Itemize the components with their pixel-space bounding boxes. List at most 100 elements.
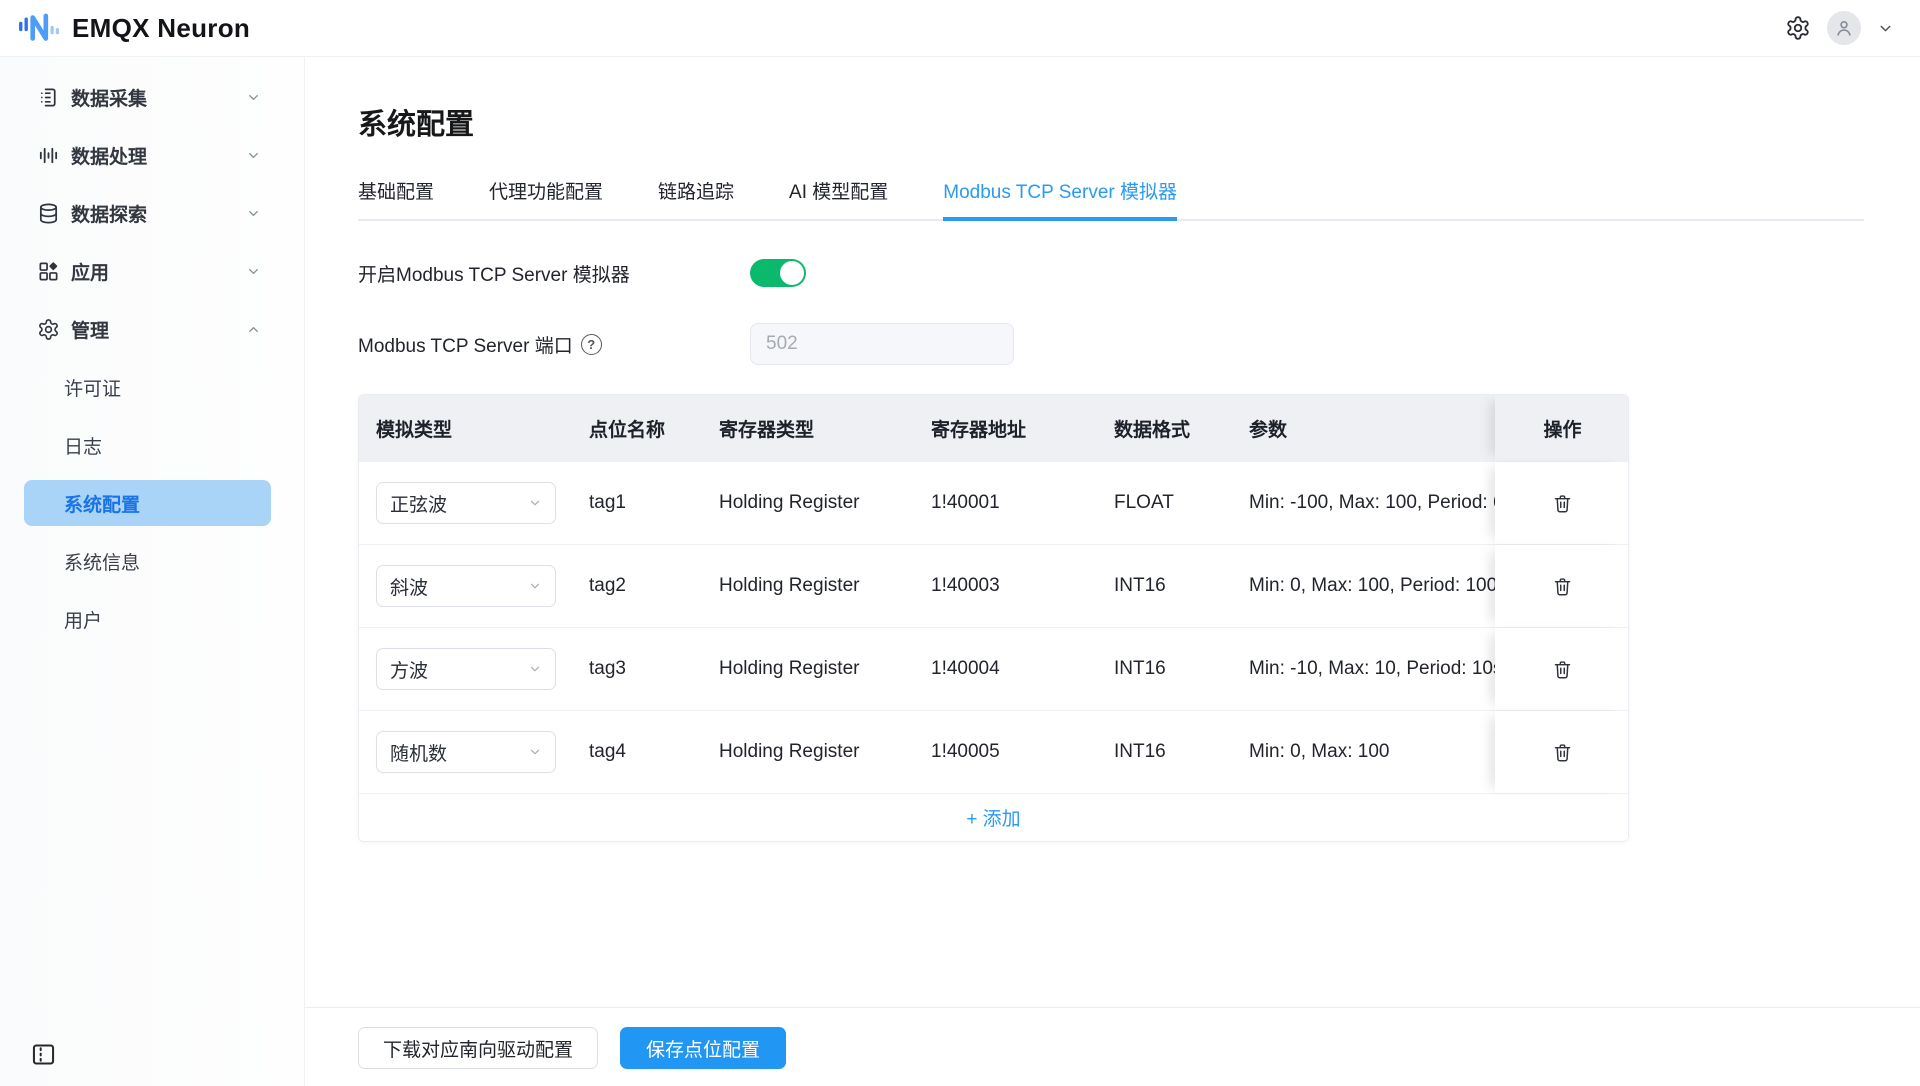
download-driver-config-button[interactable]: 下载对应南向驱动配置	[358, 1027, 598, 1069]
register-type-cell: Holding Register	[719, 628, 931, 710]
chevron-down-icon	[246, 264, 261, 279]
sidebar-subitem-system-info[interactable]: 系统信息	[0, 532, 304, 590]
table-row: 随机数 tag4 Holding Register 1!40005 INT16 …	[359, 710, 1628, 793]
col-header: 寄存器地址	[931, 395, 1114, 461]
register-type-cell: Holding Register	[719, 545, 931, 627]
sidebar-subitem-license[interactable]: 许可证	[0, 358, 304, 416]
register-address-cell: 1!40003	[931, 545, 1114, 627]
sidebar-subitem-label: 系统信息	[64, 548, 140, 575]
save-tags-config-button[interactable]: 保存点位配置	[620, 1027, 786, 1069]
sidebar-subitem-label: 系统配置	[64, 490, 140, 517]
register-address-cell: 1!40001	[931, 462, 1114, 544]
tab-link-tracing[interactable]: 链路追踪	[658, 177, 734, 219]
delete-row-button[interactable]	[1548, 489, 1577, 518]
sidebar-item-label: 数据探索	[71, 200, 147, 227]
app-title: EMQX Neuron	[72, 13, 250, 44]
simulator-toggle[interactable]	[750, 259, 806, 287]
main-content: 系统配置 基础配置 代理功能配置 链路追踪 AI 模型配置 Modbus TCP…	[305, 57, 1920, 1086]
col-header: 模拟类型	[359, 395, 589, 461]
chevron-down-icon	[246, 206, 261, 221]
col-header: 寄存器类型	[719, 395, 931, 461]
apps-icon	[37, 260, 60, 283]
chevron-down-icon	[246, 90, 261, 105]
chevron-down-icon	[528, 745, 542, 759]
col-header-actions: 操作	[1495, 395, 1629, 461]
data-explore-icon	[37, 202, 60, 225]
page-title: 系统配置	[305, 57, 1920, 143]
sidebar-item-data-processing[interactable]: 数据处理	[0, 126, 304, 184]
params-cell: Min: 0, Max: 100, Period: 100s	[1249, 545, 1495, 627]
simulator-table: 模拟类型 点位名称 寄存器类型 寄存器地址 数据格式 参数 操作 正弦波 tag…	[358, 394, 1629, 842]
sidebar-subitem-label: 用户	[64, 606, 102, 633]
select-value: 斜波	[390, 573, 428, 600]
data-format-cell: INT16	[1114, 628, 1249, 710]
params-cell: Min: -10, Max: 10, Period: 10s	[1249, 628, 1495, 710]
select-value: 随机数	[390, 739, 447, 766]
data-collection-icon	[37, 86, 60, 109]
data-format-cell: FLOAT	[1114, 462, 1249, 544]
app-logo: EMQX Neuron	[18, 12, 250, 44]
chevron-up-icon	[246, 322, 261, 337]
toggle-knob	[780, 261, 804, 285]
sidebar: 数据采集 数据处理 数据	[0, 57, 305, 1086]
register-type-cell: Holding Register	[719, 462, 931, 544]
sidebar-item-data-explore[interactable]: 数据探索	[0, 184, 304, 242]
simulator-toggle-label: 开启Modbus TCP Server 模拟器	[358, 260, 750, 287]
data-processing-icon	[37, 144, 60, 167]
add-row-button[interactable]: + 添加	[359, 793, 1628, 841]
table-row: 方波 tag3 Holding Register 1!40004 INT16 M…	[359, 627, 1628, 710]
sidebar-subitem-logs[interactable]: 日志	[0, 416, 304, 474]
chevron-down-icon	[528, 662, 542, 676]
params-cell: Min: 0, Max: 100	[1249, 711, 1495, 793]
delete-row-button[interactable]	[1548, 738, 1577, 767]
sidebar-subitem-users[interactable]: 用户	[0, 590, 304, 648]
simulator-toggle-row: 开启Modbus TCP Server 模拟器	[358, 259, 1920, 287]
register-address-cell: 1!40004	[931, 628, 1114, 710]
select-value: 方波	[390, 656, 428, 683]
tag-name-cell: tag3	[589, 628, 719, 710]
app-header: EMQX Neuron	[0, 0, 1920, 57]
data-format-cell: INT16	[1114, 545, 1249, 627]
sidebar-collapse-icon[interactable]	[30, 1041, 57, 1068]
sidebar-item-label: 数据处理	[71, 142, 147, 169]
chevron-down-icon[interactable]	[1877, 20, 1894, 37]
neuron-logo-icon	[18, 12, 60, 44]
tag-name-cell: tag1	[589, 462, 719, 544]
delete-row-button[interactable]	[1548, 655, 1577, 684]
sim-type-select[interactable]: 正弦波	[376, 482, 556, 524]
sidebar-item-management[interactable]: 管理	[0, 300, 304, 358]
port-input[interactable]	[750, 323, 1014, 365]
chevron-down-icon	[246, 148, 261, 163]
delete-row-button[interactable]	[1548, 572, 1577, 601]
footer-action-bar: 下载对应南向驱动配置 保存点位配置	[305, 1007, 1920, 1069]
tab-basic-config[interactable]: 基础配置	[358, 177, 434, 219]
help-icon[interactable]: ?	[581, 334, 602, 355]
register-address-cell: 1!40005	[931, 711, 1114, 793]
sidebar-subitem-system-config[interactable]: 系统配置	[0, 474, 304, 532]
tab-modbus-tcp-simulator[interactable]: Modbus TCP Server 模拟器	[943, 177, 1177, 219]
data-format-cell: INT16	[1114, 711, 1249, 793]
col-header: 数据格式	[1114, 395, 1249, 461]
tab-proxy-config[interactable]: 代理功能配置	[489, 177, 603, 219]
sidebar-item-label: 数据采集	[71, 84, 147, 111]
sim-type-select[interactable]: 斜波	[376, 565, 556, 607]
sidebar-item-label: 管理	[71, 316, 109, 343]
params-cell: Min: -100, Max: 100, Period: 60s	[1249, 462, 1495, 544]
tab-ai-model-config[interactable]: AI 模型配置	[789, 177, 888, 219]
select-value: 正弦波	[390, 490, 447, 517]
table-row: 斜波 tag2 Holding Register 1!40003 INT16 M…	[359, 544, 1628, 627]
col-header: 点位名称	[589, 395, 719, 461]
sidebar-item-apps[interactable]: 应用	[0, 242, 304, 300]
sidebar-subitem-label: 许可证	[64, 374, 121, 401]
settings-icon[interactable]	[1785, 15, 1811, 41]
sim-type-select[interactable]: 随机数	[376, 731, 556, 773]
sidebar-item-data-collection[interactable]: 数据采集	[0, 68, 304, 126]
user-avatar[interactable]	[1827, 11, 1861, 45]
management-gear-icon	[37, 318, 60, 341]
sim-type-select[interactable]: 方波	[376, 648, 556, 690]
table-row: 正弦波 tag1 Holding Register 1!40001 FLOAT …	[359, 461, 1628, 544]
port-row: Modbus TCP Server 端口 ?	[358, 323, 1920, 365]
chevron-down-icon	[528, 579, 542, 593]
col-header: 参数	[1249, 395, 1495, 461]
tag-name-cell: tag2	[589, 545, 719, 627]
